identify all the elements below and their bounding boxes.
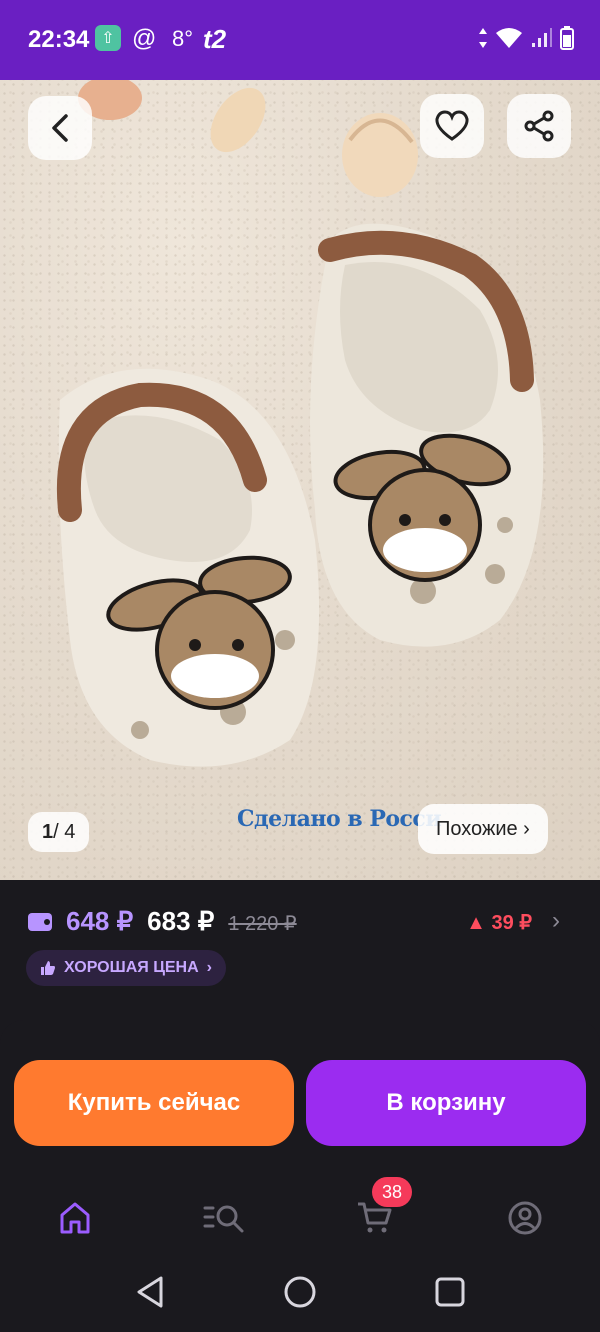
nav-back-button[interactable] <box>130 1272 170 1312</box>
signal-icon <box>532 28 552 47</box>
nav-home-button[interactable] <box>280 1272 320 1312</box>
back-button[interactable] <box>28 96 92 160</box>
image-counter: 1 / 4 <box>28 812 90 852</box>
image-counter-current: 1 <box>42 820 54 843</box>
app-update-icon: ⇧ <box>95 25 121 51</box>
circle-home-icon <box>284 1276 316 1308</box>
system-navigation-bar <box>0 1250 600 1332</box>
wifi-icon <box>496 28 522 48</box>
tab-home[interactable] <box>45 1188 105 1248</box>
nav-recents-button[interactable] <box>430 1272 470 1312</box>
tab-catalog[interactable] <box>195 1188 255 1248</box>
status-time: 22:34 <box>28 26 90 53</box>
at-icon: @ <box>132 25 157 52</box>
triangle-back-icon <box>137 1276 163 1308</box>
good-price-label: ХОРОШАЯ ЦЕНА <box>64 959 199 976</box>
product-image-gallery[interactable]: Сделано в Росси 1 / 4 Похожие › <box>0 80 600 880</box>
status-right-icons <box>478 26 574 50</box>
good-price-badge[interactable]: ХОРОШАЯ ЦЕНА › <box>26 950 226 986</box>
status-temperature: 8° <box>172 26 194 51</box>
buy-now-button[interactable]: Купить сейчас <box>14 1060 294 1146</box>
action-panel: Купить сейчас В корзину 38 <box>0 1020 600 1250</box>
wallet-icon <box>28 913 52 931</box>
share-button[interactable] <box>507 94 571 158</box>
back-icon <box>52 114 68 142</box>
status-bar: 22:34 ⇧ @ 8° t2 <box>0 0 600 80</box>
image-counter-total: / 4 <box>53 820 76 843</box>
tab-profile[interactable] <box>495 1188 555 1248</box>
thumbs-up-icon <box>41 961 55 975</box>
cart-count-badge: 38 <box>372 1177 412 1207</box>
data-arrows-icon <box>479 28 487 48</box>
battery-icon <box>560 26 574 50</box>
made-in-russia-label: Сделано в Росси <box>237 806 442 832</box>
price-card[interactable]: 648 ₽ 683 ₽ 1 220 ₽ ▲ 39 ₽ › ХОРОШАЯ ЦЕН… <box>0 880 600 1006</box>
similar-button[interactable]: Похожие › <box>418 804 548 854</box>
old-price: 1 220 ₽ <box>228 913 297 935</box>
product-photo-clogs <box>56 80 544 767</box>
favorite-button[interactable] <box>420 94 484 158</box>
chevron-right-icon[interactable]: › <box>552 907 560 935</box>
price-row: 648 ₽ 683 ₽ 1 220 ₽ <box>28 906 297 937</box>
add-to-cart-button[interactable]: В корзину <box>306 1060 586 1146</box>
heart-icon <box>435 110 469 141</box>
wallet-price: 648 ₽ <box>66 906 134 936</box>
bottom-tab-bar <box>0 1170 600 1250</box>
home-icon <box>60 1202 90 1234</box>
catalog-search-icon <box>203 1205 244 1233</box>
price-change: ▲ 39 ₽ <box>466 912 532 934</box>
good-price-chevron: › <box>206 959 212 976</box>
regular-price: 683 ₽ <box>147 906 215 936</box>
square-recents-icon <box>435 1277 465 1307</box>
carrier-icon: t2 <box>203 23 227 54</box>
share-icon <box>524 110 554 142</box>
profile-icon <box>508 1201 542 1235</box>
